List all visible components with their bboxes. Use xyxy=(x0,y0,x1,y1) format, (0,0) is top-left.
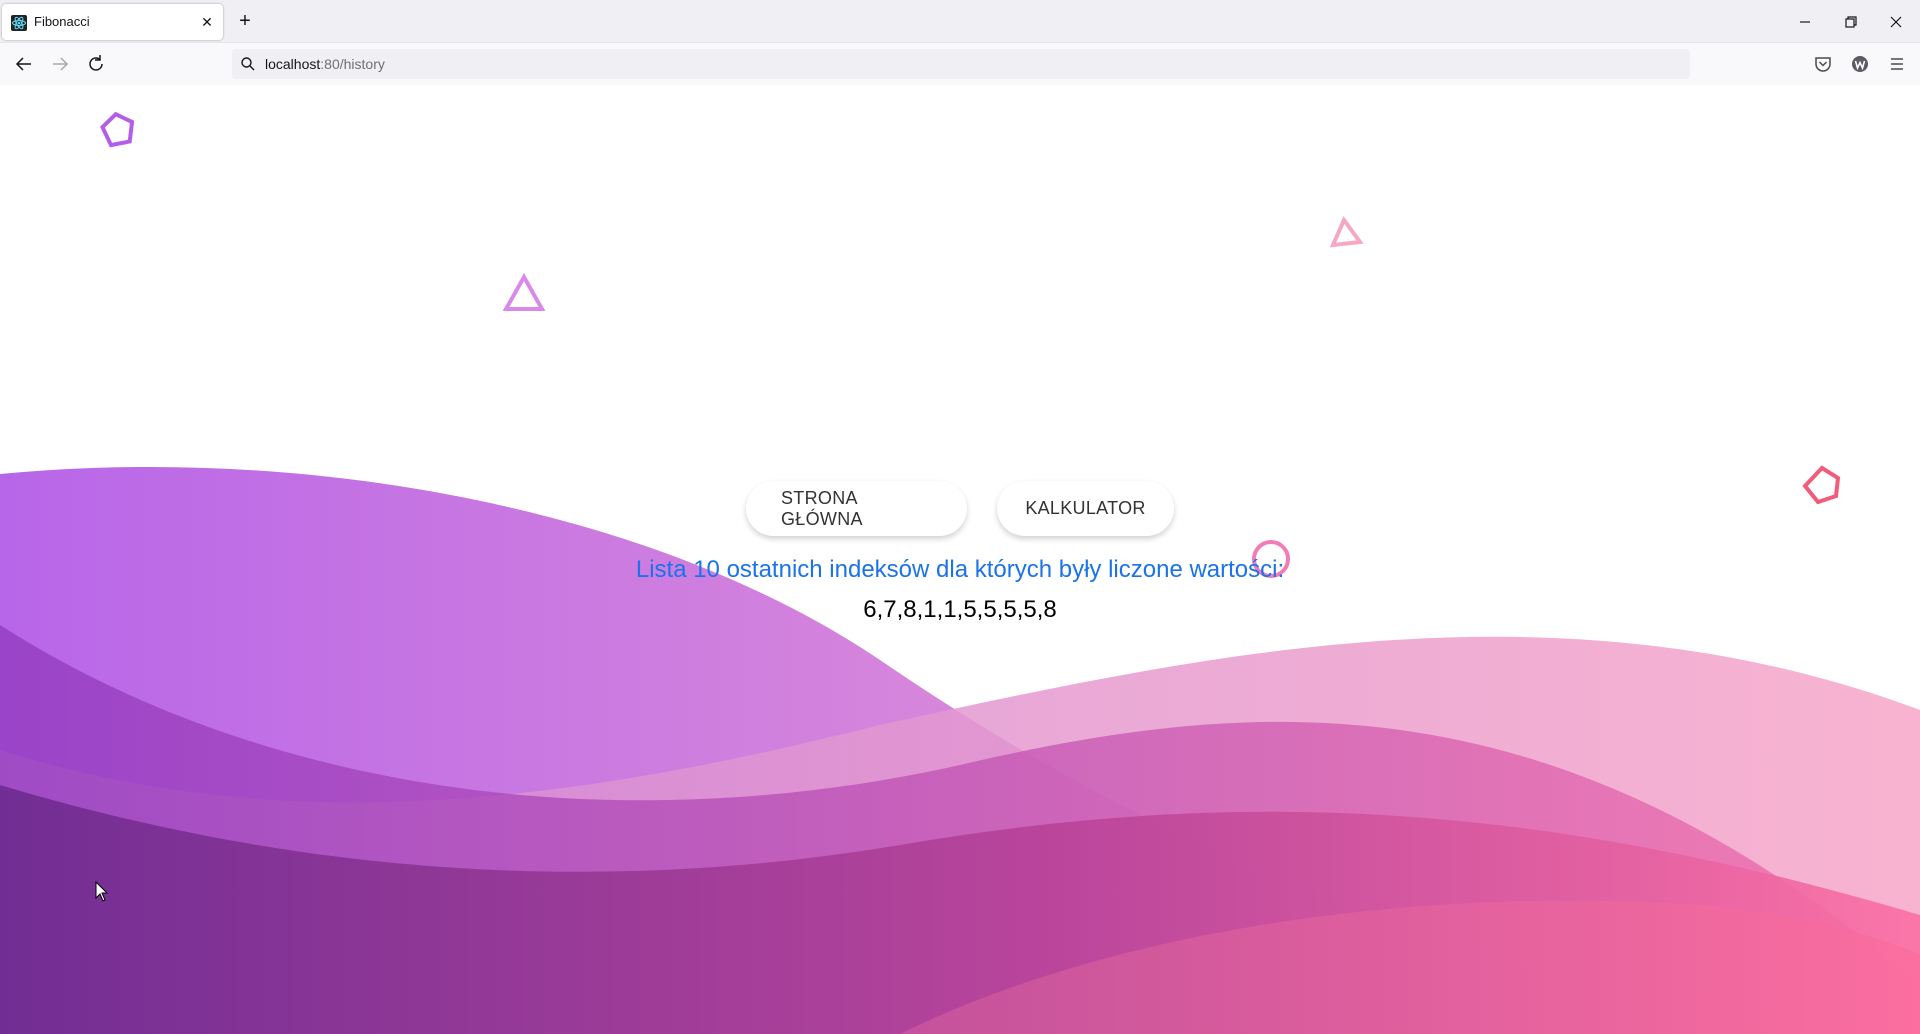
browser-tab[interactable]: Fibonacci ✕ xyxy=(2,4,223,40)
triangle-shape xyxy=(1329,216,1364,248)
tab-close-icon[interactable]: ✕ xyxy=(199,14,215,30)
navigation-toolbar: localhost:80/history xyxy=(0,42,1920,85)
new-tab-button[interactable]: + xyxy=(236,11,254,31)
tab-strip: Fibonacci ✕ + xyxy=(0,0,1920,42)
triangle-shape xyxy=(502,272,546,311)
navigation-buttons: STRONA GŁÓWNA KALKULATOR xyxy=(0,481,1920,536)
home-button[interactable]: STRONA GŁÓWNA xyxy=(746,481,967,536)
forward-arrow-icon[interactable] xyxy=(48,52,72,76)
pocket-icon[interactable] xyxy=(1812,53,1834,75)
back-arrow-icon[interactable] xyxy=(12,52,36,76)
react-icon xyxy=(11,15,27,31)
close-window-button[interactable] xyxy=(1884,10,1908,34)
tab-title: Fibonacci xyxy=(34,14,90,29)
browser-chrome: Fibonacci ✕ + localhost:80/history xyxy=(0,0,1920,85)
url-text: localhost:80/history xyxy=(265,56,385,72)
pentagon-shape xyxy=(100,111,135,148)
calculator-button[interactable]: KALKULATOR xyxy=(997,481,1174,536)
mouse-cursor-icon xyxy=(95,881,109,902)
account-icon[interactable] xyxy=(1849,53,1871,75)
page-content: STRONA GŁÓWNA KALKULATOR Lista 10 ostatn… xyxy=(0,85,1920,1034)
search-icon xyxy=(241,57,255,71)
url-path: :80/history xyxy=(320,56,385,72)
history-values: 6,7,8,1,1,5,5,5,5,8 xyxy=(863,596,1057,623)
menu-icon[interactable] xyxy=(1886,53,1908,75)
url-bar[interactable]: localhost:80/history xyxy=(232,49,1690,79)
restore-button[interactable] xyxy=(1839,10,1863,34)
reload-icon[interactable] xyxy=(84,52,108,76)
history-title: Lista 10 ostatnich indeksów dla których … xyxy=(635,556,1285,583)
minimize-button[interactable] xyxy=(1793,10,1817,34)
url-host: localhost xyxy=(265,56,321,72)
